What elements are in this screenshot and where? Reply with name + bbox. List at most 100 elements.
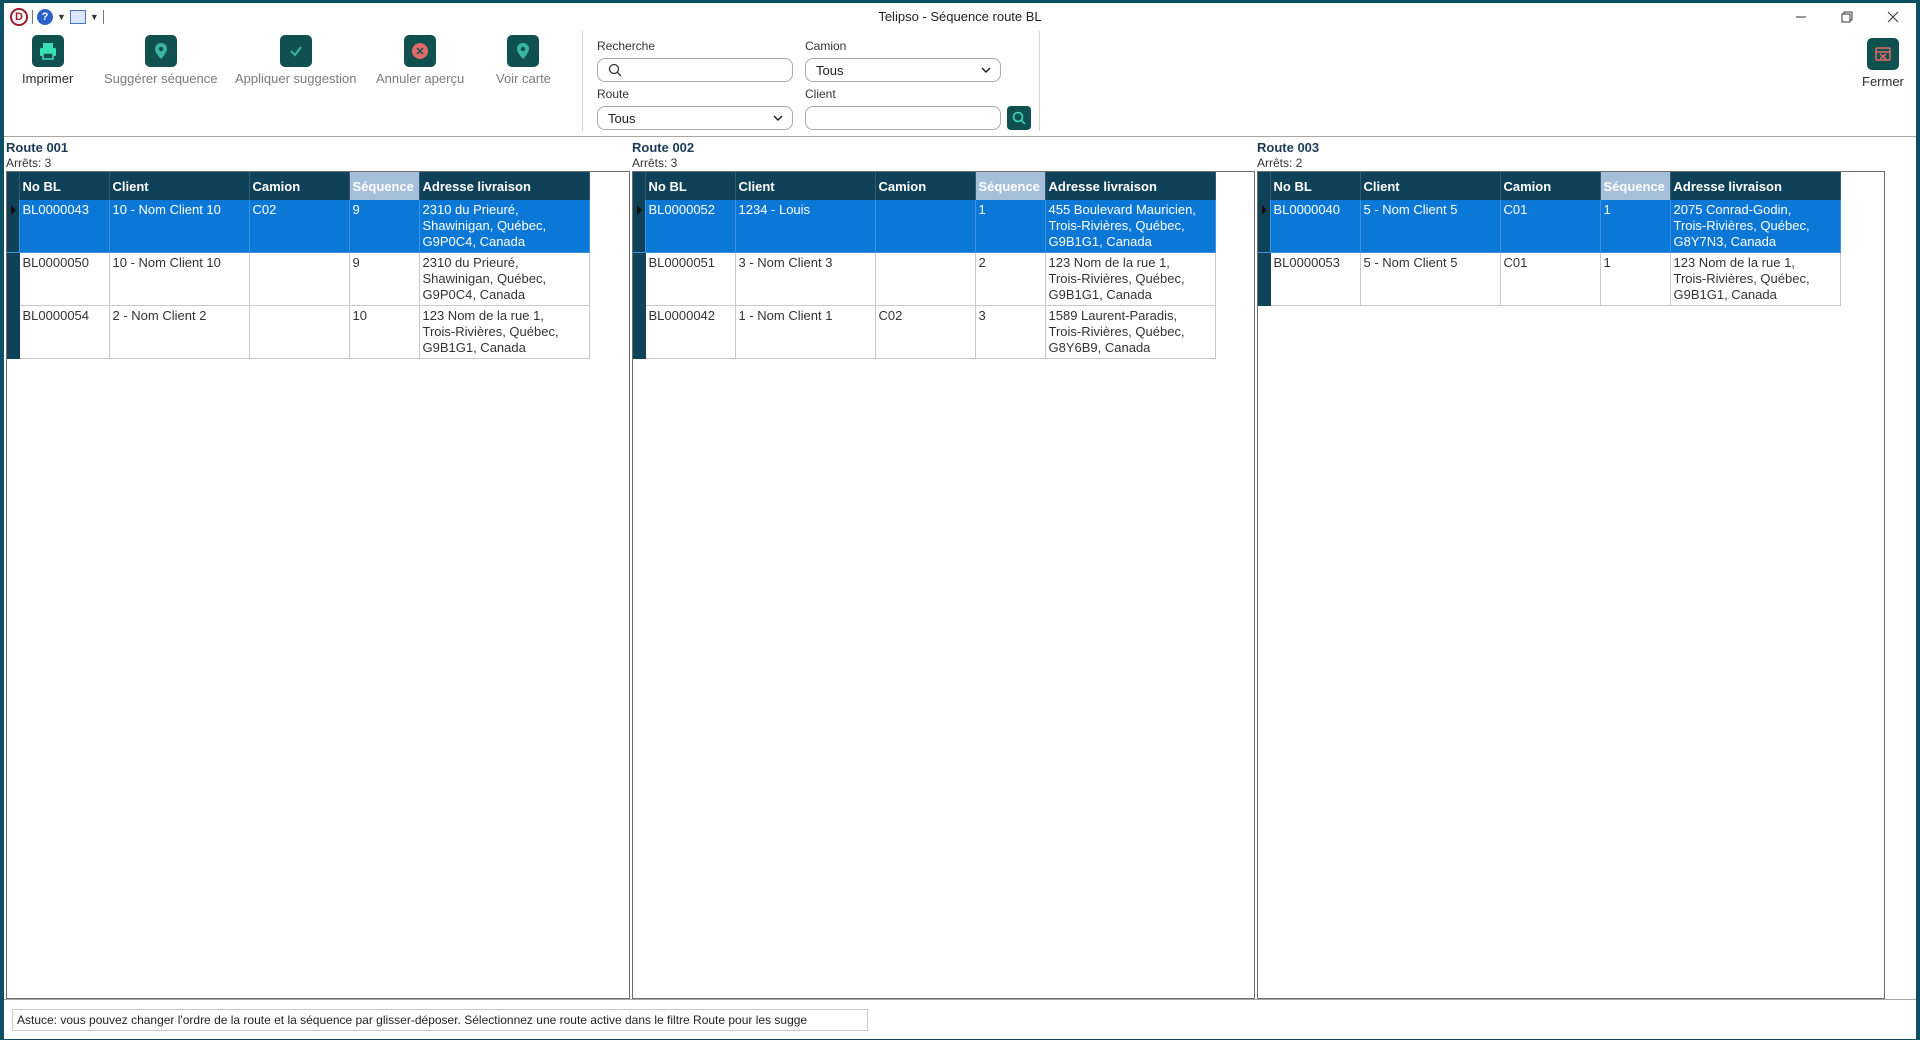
cell-client: 5 - Nom Client 5: [1360, 200, 1501, 253]
row-selector[interactable]: [7, 252, 20, 306]
address-line: G9B1G1, Canada: [422, 340, 526, 355]
apply-suggestion-label: Appliquer suggestion: [235, 71, 357, 86]
table-header-row: No BL Client Camion Séquence Adresse liv…: [633, 172, 1216, 200]
windows-icon[interactable]: [69, 10, 86, 24]
cell-sequence: 1: [1600, 200, 1671, 253]
close-button[interactable]: Fermer: [1862, 38, 1904, 89]
table-row[interactable]: BL0000043 10 - Nom Client 10 C02 9 2310 …: [7, 200, 590, 253]
route-select[interactable]: Tous: [597, 106, 793, 130]
address-line: Shawinigan, Québec,: [422, 271, 547, 286]
column-header-no-bl[interactable]: No BL: [19, 172, 110, 200]
column-header-camion[interactable]: Camion: [249, 172, 350, 200]
suggest-sequence-button[interactable]: Suggérer séquence: [104, 35, 217, 86]
column-header-address[interactable]: Adresse livraison: [419, 172, 590, 200]
table-row[interactable]: BL0000040 5 - Nom Client 5 C01 1 2075 Co…: [1258, 200, 1841, 253]
quick-access-toolbar: D ? ▼ ▼: [4, 3, 104, 31]
cell-address: 455 Boulevard Mauricien, Trois-Rivières, …: [1045, 200, 1216, 253]
row-selector[interactable]: [7, 200, 20, 253]
column-header-address[interactable]: Adresse livraison: [1670, 172, 1841, 200]
cell-client: 1234 - Louis: [735, 200, 876, 253]
row-selector[interactable]: [1258, 200, 1271, 253]
route-stops-count: Arrêts: 3: [632, 156, 678, 170]
cell-no-bl: BL0000043: [19, 200, 110, 253]
row-selector[interactable]: [7, 305, 20, 359]
view-map-button[interactable]: Voir carte: [496, 35, 551, 86]
row-selector[interactable]: [633, 252, 646, 306]
address-line: G9P0C4, Canada: [422, 287, 526, 302]
table-row[interactable]: BL0000054 2 - Nom Client 2 10 123 Nom de…: [7, 305, 590, 359]
table-row[interactable]: BL0000052 1234 - Louis 1 455 Boulevard M…: [633, 200, 1216, 253]
cell-address: 123 Nom de la rue 1, Trois-Rivières, Québ…: [1670, 252, 1841, 306]
column-header-camion[interactable]: Camion: [1500, 172, 1601, 200]
column-header-client[interactable]: Client: [109, 172, 250, 200]
address-line: G9B1G1, Canada: [1048, 287, 1152, 302]
search-icon: [1012, 111, 1026, 125]
address-line: G9P0C4, Canada: [422, 234, 526, 249]
minimize-icon: [1796, 16, 1806, 18]
app-logo-icon[interactable]: D: [10, 8, 28, 26]
route-select-value: Tous: [608, 110, 636, 126]
help-chevron-down-icon[interactable]: ▼: [57, 12, 66, 22]
cell-client: 5 - Nom Client 5: [1360, 252, 1501, 306]
table-row[interactable]: BL0000051 3 - Nom Client 3 2 123 Nom de …: [633, 252, 1216, 306]
column-header-no-bl[interactable]: No BL: [1270, 172, 1361, 200]
table-row[interactable]: BL0000053 5 - Nom Client 5 C01 1 123 Nom…: [1258, 252, 1841, 306]
windows-chevron-down-icon[interactable]: ▼: [90, 12, 99, 22]
column-header-sequence[interactable]: Séquence: [349, 172, 420, 200]
column-header-client[interactable]: Client: [735, 172, 876, 200]
cell-client: 3 - Nom Client 3: [735, 252, 876, 306]
client-search-button[interactable]: [1007, 106, 1031, 130]
help-icon[interactable]: ?: [37, 9, 53, 25]
address-line: Trois-Rivières, Québec,: [1673, 271, 1810, 286]
table-header-row: No BL Client Camion Séquence Adresse liv…: [1258, 172, 1841, 200]
column-header-camion[interactable]: Camion: [875, 172, 976, 200]
apply-suggestion-button[interactable]: Appliquer suggestion: [235, 35, 356, 86]
table-row[interactable]: BL0000050 10 - Nom Client 10 9 2310 du P…: [7, 252, 590, 306]
address-line: 455 Boulevard Mauricien,: [1048, 202, 1196, 217]
tip-text: Astuce: vous pouvez changer l'ordre de l…: [12, 1009, 868, 1031]
route-grid[interactable]: No BL Client Camion Séquence Adresse liv…: [6, 171, 630, 999]
search-label: Recherche: [597, 39, 656, 53]
current-row-arrow-icon: [11, 205, 16, 215]
client-label: Client: [805, 87, 836, 101]
cell-camion: C01: [1500, 200, 1601, 253]
current-row-arrow-icon: [1262, 205, 1267, 215]
cell-sequence: 2: [975, 252, 1046, 306]
route-grid[interactable]: No BL Client Camion Séquence Adresse liv…: [1257, 171, 1885, 999]
route-stops-count: Arrêts: 2: [1257, 156, 1303, 170]
restore-button[interactable]: [1824, 3, 1870, 31]
row-selector[interactable]: [1258, 252, 1271, 306]
search-icon: [608, 63, 622, 77]
suggest-sequence-label: Suggérer séquence: [104, 71, 218, 86]
close-label: Fermer: [1862, 74, 1904, 89]
cell-client: 2 - Nom Client 2: [109, 305, 250, 359]
camion-select[interactable]: Tous: [805, 58, 1001, 82]
row-selector[interactable]: [633, 305, 646, 359]
column-header-client[interactable]: Client: [1360, 172, 1501, 200]
view-map-label: Voir carte: [496, 71, 551, 86]
address-line: G8Y7N3, Canada: [1673, 234, 1777, 249]
cancel-preview-button[interactable]: Annuler aperçu: [376, 35, 464, 86]
client-input[interactable]: [805, 106, 1001, 130]
cell-client: 10 - Nom Client 10: [109, 252, 250, 306]
row-selector[interactable]: [633, 200, 646, 253]
chevron-down-icon: [981, 67, 991, 74]
cell-camion: C01: [1500, 252, 1601, 306]
column-header-no-bl[interactable]: No BL: [645, 172, 736, 200]
column-header-sequence[interactable]: Séquence: [975, 172, 1046, 200]
minimize-button[interactable]: [1778, 3, 1824, 31]
print-button[interactable]: Imprimer: [22, 35, 73, 86]
cell-no-bl: BL0000053: [1270, 252, 1361, 306]
cell-address: 2310 du Prieuré, Shawinigan, Québec, G9P0C…: [419, 200, 590, 253]
route-stops-count: Arrêts: 3: [6, 156, 52, 170]
cell-sequence: 3: [975, 305, 1046, 359]
route-grid[interactable]: No BL Client Camion Séquence Adresse liv…: [632, 171, 1255, 999]
cancel-circle-icon: [404, 35, 437, 67]
address-line: G9B1G1, Canada: [1673, 287, 1777, 302]
table-row[interactable]: BL0000042 1 - Nom Client 1 C02 3 1589 La…: [633, 305, 1216, 359]
app-window: D ? ▼ ▼ Telipso - Séquence route BL Impr…: [0, 0, 1920, 1040]
column-header-address[interactable]: Adresse livraison: [1045, 172, 1216, 200]
column-header-sequence[interactable]: Séquence: [1600, 172, 1671, 200]
close-window-button[interactable]: [1870, 3, 1916, 31]
search-input[interactable]: [597, 58, 793, 82]
